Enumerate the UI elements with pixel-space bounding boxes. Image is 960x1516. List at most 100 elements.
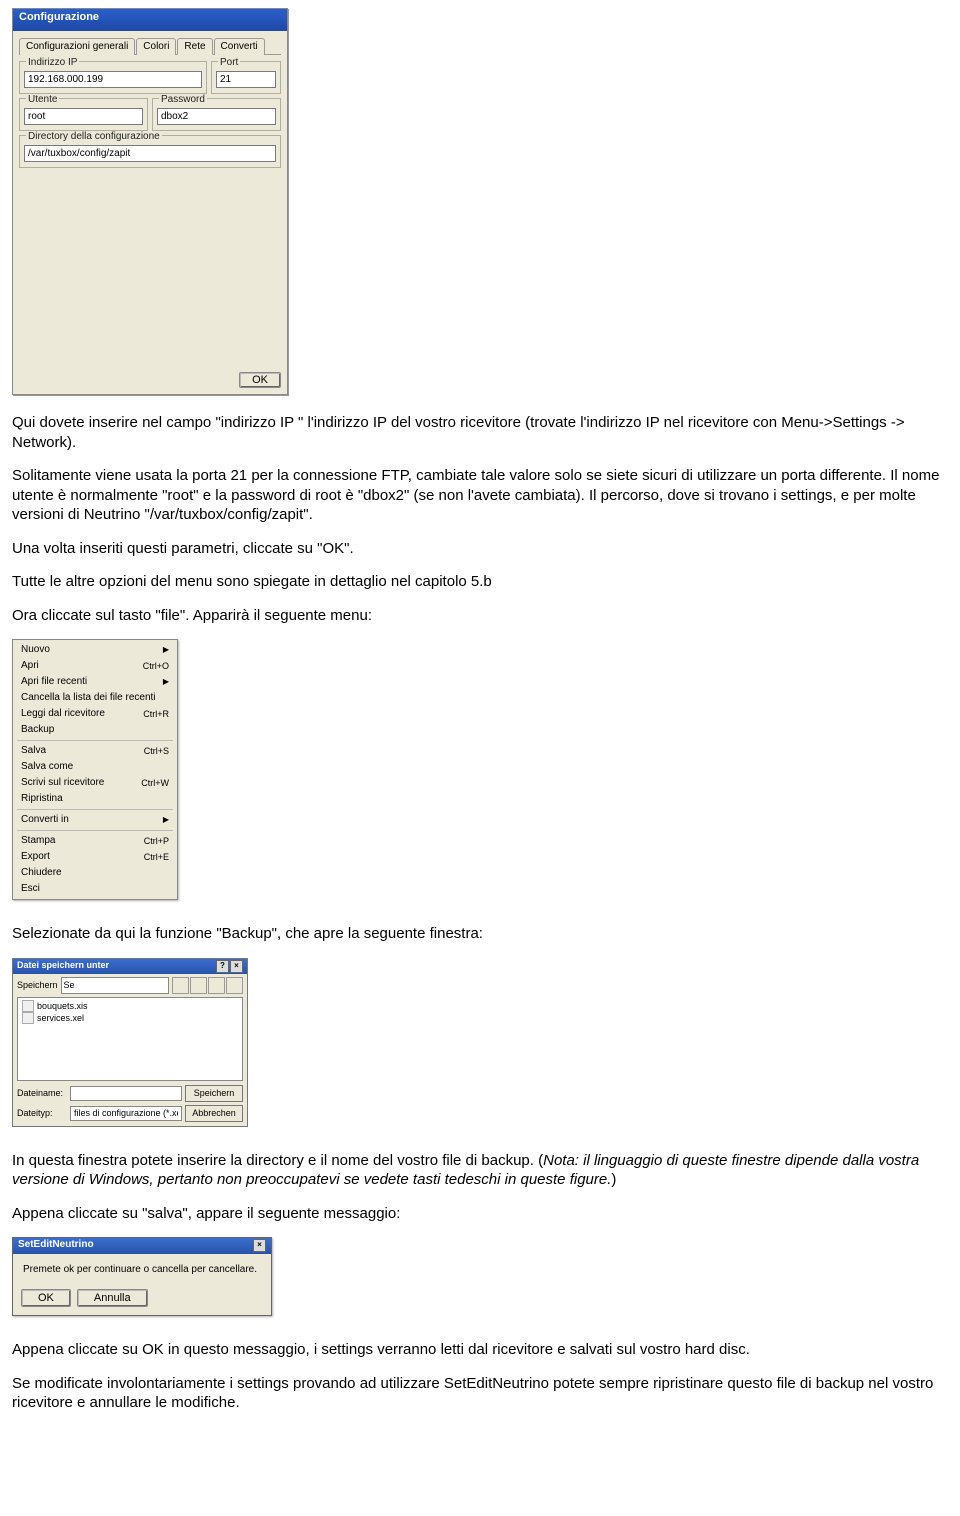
menu-item[interactable]: Export Ctrl+E bbox=[13, 849, 177, 865]
confirm-dialog: SetEditNeutrino × Premete ok per continu… bbox=[12, 1237, 272, 1316]
lookin-value: Se bbox=[64, 980, 75, 990]
type-label: Dateityp: bbox=[17, 1108, 67, 1118]
paragraph-3: Una volta inseriti questi parametri, cli… bbox=[12, 539, 952, 559]
save-button[interactable]: Speichern bbox=[185, 1085, 243, 1102]
tab-general[interactable]: Configurazioni generali bbox=[19, 38, 135, 55]
paragraph-2: Solitamente viene usata la porta 21 per … bbox=[12, 466, 952, 525]
user-label: Utente bbox=[26, 94, 59, 105]
confirm-text: Premete ok per continuare o cancella per… bbox=[13, 1254, 271, 1285]
menu-item-label: Nuovo bbox=[21, 643, 50, 657]
config-dialog: Configurazione Configurazioni generali C… bbox=[12, 8, 288, 395]
file-icon bbox=[22, 1000, 34, 1012]
config-dialog-body: Configurazioni generali Colori Rete Conv… bbox=[13, 31, 287, 394]
menu-item[interactable]: Nuovo ▶ bbox=[13, 642, 177, 658]
menu-item[interactable]: Salva come bbox=[13, 759, 177, 775]
ip-fieldset: Indirizzo IP bbox=[19, 61, 207, 94]
menu-item-label: Scrivi sul ricevitore bbox=[21, 776, 104, 790]
menu-shortcut: Ctrl+P bbox=[144, 834, 169, 848]
user-input[interactable] bbox=[24, 108, 143, 125]
menu-item[interactable]: Chiudere bbox=[13, 865, 177, 881]
new-folder-icon[interactable] bbox=[190, 977, 207, 994]
menu-item-label: Salva come bbox=[21, 760, 73, 774]
menu-item-label: Export bbox=[21, 850, 50, 864]
list-item[interactable]: services.xel bbox=[22, 1012, 238, 1024]
tab-network[interactable]: Rete bbox=[177, 38, 212, 55]
cancel-button[interactable]: Abbrechen bbox=[185, 1105, 243, 1122]
paragraph-8: Appena cliccate su "salva", appare il se… bbox=[12, 1204, 952, 1224]
menu-item[interactable]: Apri Ctrl+O bbox=[13, 658, 177, 674]
lookin-combo[interactable]: Se bbox=[61, 977, 169, 994]
menu-item[interactable]: Esci bbox=[13, 881, 177, 897]
confirm-titlebar: SetEditNeutrino × bbox=[13, 1238, 271, 1254]
menu-item-label: Cancella la lista dei file recenti bbox=[21, 691, 156, 705]
menu-item[interactable]: Converti in ▶ bbox=[13, 812, 177, 828]
menu-item-label: Salva bbox=[21, 744, 46, 758]
list-item[interactable]: bouquets.xis bbox=[22, 1000, 238, 1012]
file-icon bbox=[22, 1012, 34, 1024]
lookin-label: Speichern bbox=[17, 980, 58, 990]
confirm-cancel-button[interactable]: Annulla bbox=[77, 1289, 148, 1307]
menu-item-label: Esci bbox=[21, 882, 40, 896]
menu-shortcut: Ctrl+O bbox=[143, 659, 169, 673]
paragraph-7: In questa finestra potete inserire la di… bbox=[12, 1151, 952, 1190]
menu-item-label: Chiudere bbox=[21, 866, 62, 880]
file-menu: Nuovo▶ApriCtrl+OApri file recenti▶Cancel… bbox=[12, 639, 178, 900]
help-icon[interactable]: ? bbox=[216, 960, 229, 973]
file-list[interactable]: bouquets.xis services.xel bbox=[17, 997, 243, 1081]
paragraph-5: Ora cliccate sul tasto "file". Apparirà … bbox=[12, 606, 952, 626]
paragraph-6: Selezionate da qui la funzione "Backup",… bbox=[12, 924, 952, 944]
menu-item-label: Backup bbox=[21, 723, 54, 737]
menu-item[interactable]: Backup bbox=[13, 722, 177, 738]
filename-input[interactable] bbox=[70, 1086, 182, 1101]
menu-item[interactable]: Apri file recenti▶ bbox=[13, 674, 177, 690]
menu-item[interactable]: Scrivi sul ricevitore Ctrl+W bbox=[13, 775, 177, 791]
user-fieldset: Utente bbox=[19, 98, 148, 131]
menu-item-label: Ripristina bbox=[21, 792, 63, 806]
ip-input[interactable] bbox=[24, 71, 202, 88]
save-dialog-titlebar: Datei speichern unter ? × bbox=[13, 959, 247, 974]
close-icon[interactable]: × bbox=[230, 960, 243, 973]
menu-item[interactable]: Ripristina bbox=[13, 791, 177, 807]
menu-item-label: Leggi dal ricevitore bbox=[21, 707, 105, 721]
dir-fieldset: Directory della configurazione bbox=[19, 135, 281, 168]
tab-colors[interactable]: Colori bbox=[136, 38, 176, 55]
pass-fieldset: Password bbox=[152, 98, 281, 131]
dir-input[interactable] bbox=[24, 145, 276, 162]
menu-shortcut: Ctrl+W bbox=[141, 776, 169, 790]
close-icon[interactable]: × bbox=[253, 1239, 266, 1252]
paragraph-1: Qui dovete inserire nel campo "indirizzo… bbox=[12, 413, 952, 452]
config-dialog-title: Configurazione bbox=[13, 9, 287, 31]
submenu-arrow-icon: ▶ bbox=[163, 643, 169, 657]
menu-item-label: Apri bbox=[21, 659, 39, 673]
submenu-arrow-icon: ▶ bbox=[163, 813, 169, 827]
menu-item-label: Converti in bbox=[21, 813, 69, 827]
menu-shortcut: Ctrl+S bbox=[144, 744, 169, 758]
menu-item-label: Apri file recenti bbox=[21, 675, 87, 689]
ip-label: Indirizzo IP bbox=[26, 57, 79, 68]
menu-shortcut: Ctrl+E bbox=[144, 850, 169, 864]
menu-shortcut: Ctrl+R bbox=[143, 707, 169, 721]
dir-label: Directory della configurazione bbox=[26, 131, 162, 142]
paragraph-4: Tutte le altre opzioni del menu sono spi… bbox=[12, 572, 952, 592]
menu-item[interactable]: Salva Ctrl+S bbox=[13, 743, 177, 759]
tab-convert[interactable]: Converti bbox=[214, 38, 265, 55]
port-input[interactable] bbox=[216, 71, 276, 88]
view-list-icon[interactable] bbox=[208, 977, 225, 994]
pass-input[interactable] bbox=[157, 108, 276, 125]
confirm-ok-button[interactable]: OK bbox=[21, 1289, 71, 1307]
port-fieldset: Port bbox=[211, 61, 281, 94]
paragraph-10: Se modificate involontariamente i settin… bbox=[12, 1374, 952, 1413]
menu-item[interactable]: Leggi dal ricevitore Ctrl+R bbox=[13, 706, 177, 722]
config-tabs: Configurazioni generali Colori Rete Conv… bbox=[19, 37, 281, 55]
view-details-icon[interactable] bbox=[226, 977, 243, 994]
ok-button[interactable]: OK bbox=[239, 372, 281, 388]
menu-item[interactable]: StampaCtrl+P bbox=[13, 833, 177, 849]
port-label: Port bbox=[218, 57, 240, 68]
menu-item[interactable]: Cancella la lista dei file recenti bbox=[13, 690, 177, 706]
up-folder-icon[interactable] bbox=[172, 977, 189, 994]
confirm-title: SetEditNeutrino bbox=[18, 1239, 94, 1253]
paragraph-9: Appena cliccate su OK in questo messaggi… bbox=[12, 1340, 952, 1360]
type-combo[interactable] bbox=[70, 1106, 182, 1121]
save-dialog-title: Datei speichern unter bbox=[17, 960, 109, 973]
save-dialog: Datei speichern unter ? × Speichern Se b… bbox=[12, 958, 248, 1127]
